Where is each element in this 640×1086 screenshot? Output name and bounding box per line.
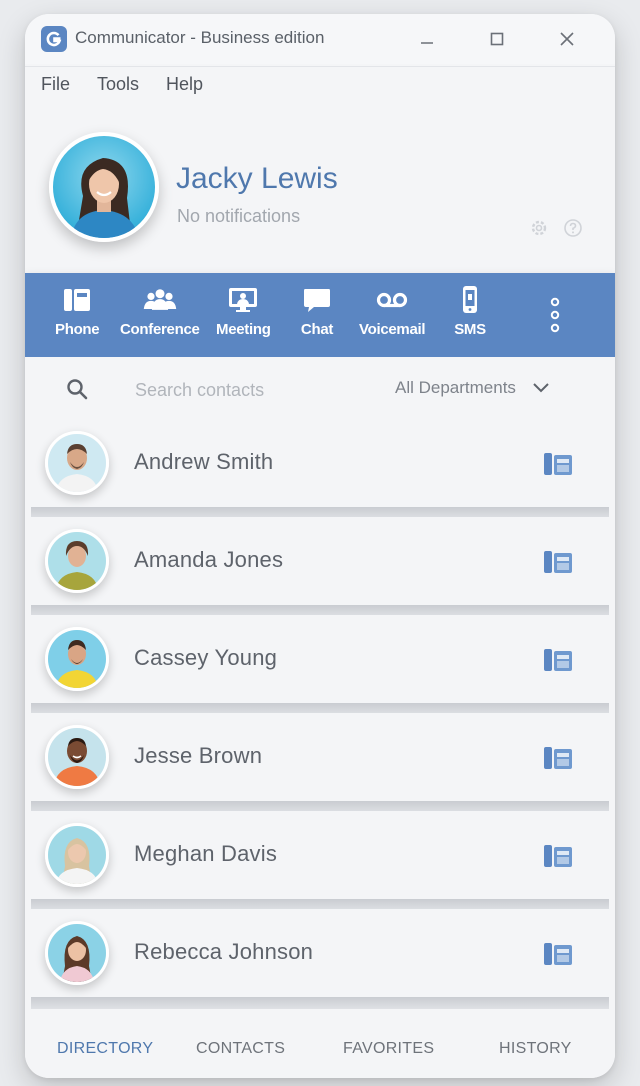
sms-button[interactable]: SMS bbox=[452, 285, 488, 345]
minimize-icon[interactable] bbox=[413, 26, 441, 52]
maximize-icon[interactable] bbox=[483, 26, 511, 52]
tab-history[interactable]: HISTORY bbox=[499, 1040, 572, 1058]
user-name: Jacky Lewis bbox=[176, 162, 338, 195]
desk-phone-icon[interactable] bbox=[541, 939, 575, 969]
sms-icon bbox=[452, 285, 488, 315]
voicemail-button[interactable]: Voicemail bbox=[359, 285, 426, 345]
chevron-down-icon bbox=[532, 382, 550, 394]
contact-row[interactable]: Cassey Young bbox=[25, 615, 615, 715]
help-icon[interactable] bbox=[563, 218, 583, 238]
meeting-button[interactable]: Meeting bbox=[216, 285, 271, 345]
contact-row[interactable]: Rebecca Johnson bbox=[25, 909, 615, 1009]
contact-list: Andrew Smith Amanda Jones Cassey Young J… bbox=[25, 419, 615, 1015]
contact-name: Cassey Young bbox=[134, 645, 278, 670]
contact-avatar bbox=[45, 823, 109, 887]
menu-bar: File Tools Help bbox=[25, 66, 615, 102]
phone-icon bbox=[59, 285, 95, 315]
contact-name: Rebecca Johnson bbox=[134, 939, 314, 964]
chat-icon bbox=[299, 285, 335, 315]
desk-phone-icon[interactable] bbox=[541, 449, 575, 479]
contact-row[interactable]: Andrew Smith bbox=[25, 419, 615, 519]
menu-help[interactable]: Help bbox=[166, 74, 203, 95]
desk-phone-icon[interactable] bbox=[541, 547, 575, 577]
action-toolbar: Phone Conference Meeting Chat Voicemail … bbox=[25, 273, 615, 357]
contact-avatar bbox=[45, 921, 109, 985]
communicator-window: Communicator - Business edition File Too… bbox=[25, 14, 615, 1078]
conference-button[interactable]: Conference bbox=[120, 285, 200, 345]
phone-button[interactable]: Phone bbox=[55, 285, 100, 345]
contact-name: Jesse Brown bbox=[134, 743, 263, 768]
tab-contacts[interactable]: CONTACTS bbox=[196, 1040, 285, 1058]
contact-name: Andrew Smith bbox=[134, 449, 274, 474]
contact-avatar bbox=[45, 725, 109, 789]
meeting-icon bbox=[225, 285, 261, 315]
contact-row[interactable]: Amanda Jones bbox=[25, 517, 615, 617]
tab-favorites[interactable]: FAVORITES bbox=[343, 1040, 434, 1058]
voicemail-icon bbox=[374, 285, 410, 315]
desk-phone-icon[interactable] bbox=[541, 841, 575, 871]
contact-row[interactable]: Meghan Davis bbox=[25, 811, 615, 911]
chat-button[interactable]: Chat bbox=[299, 285, 335, 345]
search-bar: All Departments bbox=[25, 357, 615, 419]
contact-name: Meghan Davis bbox=[134, 841, 278, 866]
contact-avatar bbox=[45, 529, 109, 593]
bottom-tab-bar: DIRECTORY CONTACTS FAVORITES HISTORY bbox=[25, 1018, 615, 1078]
tab-directory[interactable]: DIRECTORY bbox=[57, 1040, 153, 1058]
profile-avatar[interactable] bbox=[49, 132, 159, 242]
search-icon[interactable] bbox=[65, 377, 89, 401]
profile-header: Jacky Lewis No notifications bbox=[25, 106, 615, 274]
window-title: Communicator - Business edition bbox=[75, 28, 325, 47]
contact-name: Amanda Jones bbox=[134, 547, 284, 572]
gear-icon[interactable] bbox=[529, 218, 549, 238]
desk-phone-icon[interactable] bbox=[541, 645, 575, 675]
contact-avatar bbox=[45, 627, 109, 691]
app-logo-icon bbox=[41, 26, 67, 52]
department-select-label: All Departments bbox=[395, 378, 516, 397]
menu-tools[interactable]: Tools bbox=[97, 74, 139, 95]
conference-icon bbox=[142, 285, 178, 315]
contact-avatar bbox=[45, 431, 109, 495]
more-vertical-icon[interactable] bbox=[543, 293, 567, 337]
search-input[interactable] bbox=[135, 377, 355, 403]
title-bar: Communicator - Business edition bbox=[25, 14, 615, 64]
close-icon[interactable] bbox=[553, 26, 581, 52]
notification-status: No notifications bbox=[177, 206, 301, 226]
department-select[interactable]: All Departments bbox=[395, 375, 575, 401]
desk-phone-icon[interactable] bbox=[541, 743, 575, 773]
contact-row[interactable]: Jesse Brown bbox=[25, 713, 615, 813]
menu-file[interactable]: File bbox=[41, 74, 70, 95]
